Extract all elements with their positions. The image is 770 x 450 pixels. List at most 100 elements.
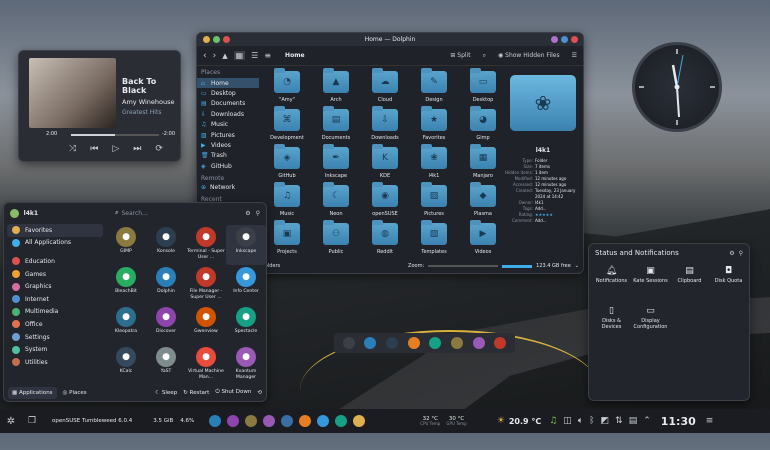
file-item[interactable]: ▶ Videos <box>459 220 507 255</box>
place-item-github[interactable]: ◈ GitHub <box>197 161 259 171</box>
file-item[interactable]: ☾ Neon <box>312 182 360 217</box>
file-item[interactable]: ▣ Projects <box>263 220 311 255</box>
app-info-center[interactable]: ● Info Center <box>226 265 266 305</box>
file-item[interactable]: ◍ Reddit <box>361 220 409 255</box>
status-item-display-configuration[interactable]: ▭ Display Configuration <box>631 306 670 346</box>
menu-icon[interactable]: ≡ <box>706 416 714 426</box>
restart-button[interactable]: ↻ Restart <box>183 390 209 396</box>
taskbar-app-icon[interactable] <box>226 415 239 427</box>
status-item-disk-quota[interactable]: ◘ Disk Quota <box>709 266 748 306</box>
status-item-kate-sessions[interactable]: ▣ Kate Sessions <box>631 266 670 306</box>
file-item[interactable]: ◆ Plasma <box>459 182 507 217</box>
sidebar-icon[interactable]: ◫ <box>563 416 572 426</box>
file-item[interactable]: ❀ l4k1 <box>410 144 458 179</box>
file-item[interactable]: ☁ Cloud <box>361 68 409 103</box>
dock-app-icon[interactable] <box>364 337 377 349</box>
status-item-disks-devices[interactable]: ▯ Disks & Devices <box>592 306 631 346</box>
app-terminal-super-user-[interactable]: ● Terminal - Super User ... <box>186 225 226 265</box>
configure-icon[interactable]: ⚙ <box>729 250 734 257</box>
taskbar-app-icon[interactable] <box>334 415 347 427</box>
play-icon[interactable]: ▷ <box>112 144 119 154</box>
dock-app-icon[interactable] <box>450 337 463 349</box>
chevron-down-icon[interactable]: ⌄ <box>575 263 579 269</box>
app-gwenview[interactable]: ● Gwenview <box>186 305 226 345</box>
file-item[interactable]: ◕ Gimp <box>459 106 507 141</box>
file-item[interactable]: K KDE <box>361 144 409 179</box>
app-dolphin[interactable]: ● Dolphin <box>146 265 186 305</box>
repeat-icon[interactable]: ⟳ <box>155 144 163 154</box>
taskbar-app-icon[interactable] <box>298 415 311 427</box>
app-discover[interactable]: ● Discover <box>146 305 186 345</box>
taskbar-app-icon[interactable] <box>262 415 275 427</box>
applications-tab[interactable]: ▦ Applications <box>8 386 57 399</box>
bluetooth-icon[interactable]: ᛒ <box>589 416 594 426</box>
category-multimedia[interactable]: Multimedia <box>7 306 103 319</box>
remote-item-network[interactable]: ⊕ Network <box>197 183 259 193</box>
dock-app-icon[interactable] <box>494 337 507 349</box>
weather-icon[interactable]: ☀ <box>497 416 505 426</box>
category-favorites[interactable]: Favorites <box>7 224 103 237</box>
category-office[interactable]: Office <box>7 318 103 331</box>
configure-icon[interactable]: ⚙ <box>245 210 250 217</box>
sleep-button[interactable]: ☾ Sleep <box>155 390 177 396</box>
screenshot-icon[interactable]: ◩ <box>601 416 610 426</box>
previous-icon[interactable]: ⏮ <box>90 144 98 154</box>
place-item-home[interactable]: ⌂ Home <box>197 78 259 89</box>
dock-app-icon[interactable] <box>342 337 355 349</box>
file-item[interactable]: ♫ Music <box>263 182 311 217</box>
place-item-downloads[interactable]: ⇩ Downloads <box>197 109 259 119</box>
split-button[interactable]: ⊞ Split <box>450 52 470 59</box>
category-games[interactable]: Games <box>7 268 103 281</box>
next-icon[interactable]: ⏭ <box>133 144 141 154</box>
taskbar-app-icon[interactable] <box>352 415 365 427</box>
close-button[interactable] <box>223 36 230 43</box>
launcher-icon[interactable]: ✲ <box>0 416 22 427</box>
minimize-button[interactable] <box>203 36 210 43</box>
taskbar-app-icon[interactable] <box>316 415 329 427</box>
up-icon[interactable]: ▲ <box>222 52 227 60</box>
place-item-videos[interactable]: ▶ Videos <box>197 140 259 150</box>
volume-icon[interactable]: 🔈︎ <box>578 416 583 426</box>
places-tab[interactable]: ◎ Places <box>63 390 87 396</box>
file-item[interactable]: ✒ Inkscape <box>312 144 360 179</box>
file-item[interactable]: ◔ "Amy" <box>263 68 311 103</box>
pin-icon[interactable]: ⚲ <box>739 250 743 257</box>
taskbar-app-icon[interactable] <box>280 415 293 427</box>
file-item[interactable]: ▦ Manjaro <box>459 144 507 179</box>
place-item-documents[interactable]: ▤ Documents <box>197 99 259 109</box>
file-item[interactable]: ⚇ Public <box>312 220 360 255</box>
app-kvantum-manager[interactable]: ● Kvantum Manager <box>226 345 266 385</box>
place-item-music[interactable]: ♫ Music <box>197 120 259 130</box>
app-yast[interactable]: ● YaST <box>146 345 186 385</box>
app-gimp[interactable]: ● GIMP <box>106 225 146 265</box>
place-item-trash[interactable]: 🗑︎ Trash <box>197 151 259 161</box>
file-item[interactable]: ★ Favorites <box>410 106 458 141</box>
avatar[interactable] <box>10 208 19 218</box>
file-item[interactable]: ✎ Design <box>410 68 458 103</box>
category-utilities[interactable]: Utilities <box>7 356 103 369</box>
file-item[interactable]: ▨ Pictures <box>410 182 458 217</box>
menu-icon[interactable]: ☰ <box>572 52 577 59</box>
app-virtual-machine-man-[interactable]: ● Virtual Machine Man... <box>186 345 226 385</box>
forward-icon[interactable]: › <box>213 51 217 61</box>
app-kcalc[interactable]: ● KCalc <box>106 345 146 385</box>
clipboard-icon[interactable]: ▤ <box>629 416 638 426</box>
dock-app-icon[interactable] <box>386 337 399 349</box>
category-graphics[interactable]: Graphics <box>7 280 103 293</box>
file-item[interactable]: ▲ Arch <box>312 68 360 103</box>
detail-view-icon[interactable]: ≡ <box>264 51 271 60</box>
seek-slider[interactable] <box>71 134 159 136</box>
app-konsole[interactable]: ● Konsole <box>146 225 186 265</box>
zoom-slider[interactable] <box>428 265 499 267</box>
status-item-clipboard[interactable]: ▤ Clipboard <box>670 266 709 306</box>
shutdown-button[interactable]: ⏻ Shut Down <box>215 389 251 396</box>
dock-app-icon[interactable] <box>407 337 420 349</box>
app-kleopatra[interactable]: ● Kleopatra <box>106 305 146 345</box>
app-bleachbit[interactable]: ● BleachBit <box>106 265 146 305</box>
music-icon[interactable]: ♫ <box>549 416 557 426</box>
file-item[interactable]: ◉ openSUSE <box>361 182 409 217</box>
icon-view-icon[interactable]: ▦ <box>233 51 246 60</box>
breadcrumb[interactable]: Home <box>285 52 304 59</box>
show-hidden-button[interactable]: ◉ Show Hidden Files <box>498 52 560 59</box>
category-settings[interactable]: Settings <box>7 331 103 344</box>
